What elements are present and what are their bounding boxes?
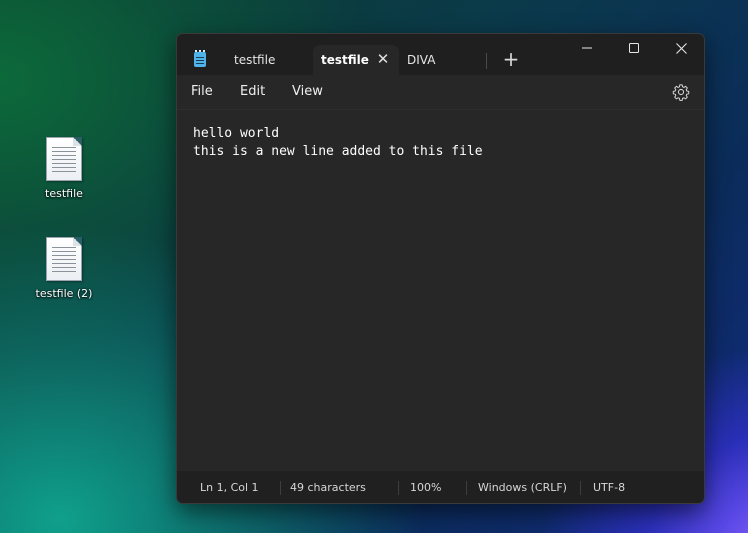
text-file-icon <box>46 237 82 281</box>
title-bar[interactable]: testfile testfile ✕ DIVA + <box>177 34 704 75</box>
new-tab-button[interactable]: + <box>501 49 521 69</box>
status-zoom[interactable]: 100% <box>410 481 441 494</box>
desktop-icon-testfile-2[interactable]: testfile (2) <box>24 237 104 300</box>
status-bar: Ln 1, Col 1 49 characters 100% Windows (… <box>177 471 704 503</box>
maximize-icon <box>629 43 639 53</box>
status-separator <box>398 481 399 495</box>
desktop-icon-testfile[interactable]: testfile <box>24 137 104 200</box>
menu-bar: File Edit View <box>177 75 704 109</box>
text-file-icon <box>46 137 82 181</box>
notepad-icon <box>194 50 206 67</box>
menu-file[interactable]: File <box>191 84 213 99</box>
maximize-button[interactable] <box>611 34 657 62</box>
tab-label: testfile <box>234 53 276 67</box>
status-line-ending[interactable]: Windows (CRLF) <box>478 481 567 494</box>
close-icon <box>675 42 687 54</box>
tab-label: testfile <box>321 53 369 67</box>
editor-line: this is a new line added to this file <box>193 144 483 159</box>
tab-close-icon[interactable]: ✕ <box>375 51 391 67</box>
desktop-icon-label: testfile <box>45 187 83 200</box>
minimize-button[interactable] <box>564 34 610 62</box>
gear-icon[interactable] <box>672 83 690 101</box>
editor-line: hello world <box>193 126 280 141</box>
status-encoding[interactable]: UTF-8 <box>593 481 625 494</box>
notepad-window: testfile testfile ✕ DIVA + File Edit Vie… <box>176 33 705 504</box>
desktop-icon-label: testfile (2) <box>35 287 93 300</box>
status-separator <box>466 481 467 495</box>
status-separator <box>580 481 581 495</box>
tab-separator <box>486 53 487 69</box>
tab-testfile-active[interactable]: testfile ✕ <box>313 45 399 75</box>
tab-testfile[interactable]: testfile <box>226 45 312 75</box>
text-editor[interactable]: hello world this is a new line added to … <box>177 109 704 472</box>
menu-view[interactable]: View <box>292 84 323 99</box>
status-character-count: 49 characters <box>290 481 366 494</box>
tab-diva[interactable]: DIVA <box>399 45 485 75</box>
status-separator <box>280 481 281 495</box>
minimize-icon <box>582 47 592 49</box>
tab-label: DIVA <box>407 53 436 67</box>
menu-edit[interactable]: Edit <box>240 84 265 99</box>
close-button[interactable] <box>658 34 704 62</box>
status-cursor-position[interactable]: Ln 1, Col 1 <box>200 481 259 494</box>
